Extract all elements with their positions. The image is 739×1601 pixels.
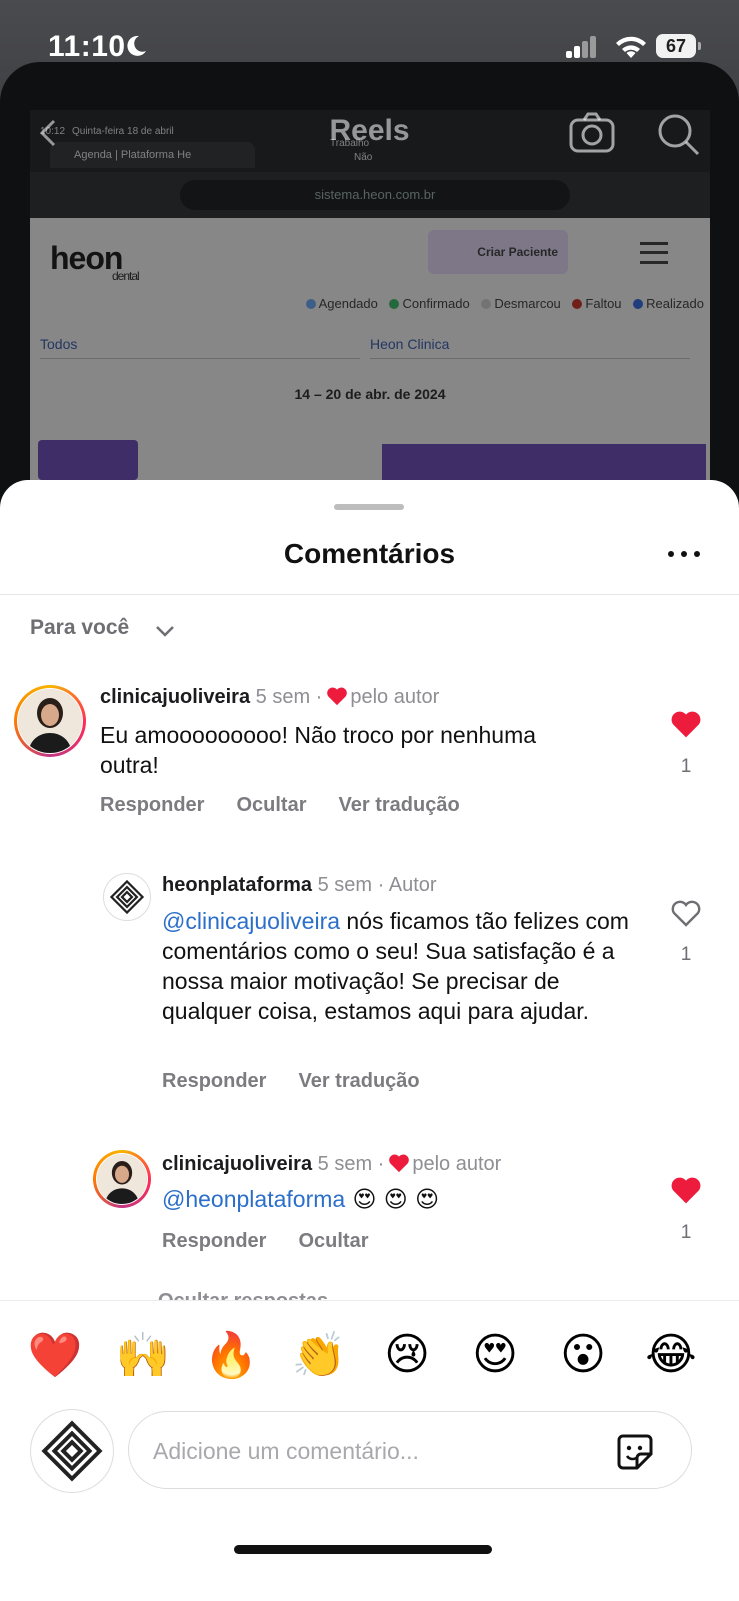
heon-logo-icon xyxy=(41,1420,103,1482)
my-avatar xyxy=(30,1409,114,1493)
comment-username[interactable]: clinicajuoliveira xyxy=(100,686,250,708)
reply-button[interactable]: Responder xyxy=(162,1230,266,1252)
back-arrow-icon[interactable] xyxy=(36,118,60,148)
liked-by-author-label: pelo autor xyxy=(412,1153,502,1175)
liked-by-author-label: pelo autor xyxy=(350,686,440,708)
like-heart-outline-icon[interactable] xyxy=(670,898,702,928)
quick-emoji-button[interactable]: 😂 xyxy=(643,1329,699,1380)
like-heart-filled-icon[interactable] xyxy=(670,709,702,739)
video-dim-overlay xyxy=(30,110,710,520)
comment-time: 5 sem xyxy=(317,874,373,896)
wifi-icon xyxy=(616,36,646,58)
comment-time: 5 sem xyxy=(255,686,311,708)
profile-photo xyxy=(97,1154,147,1204)
drag-handle[interactable] xyxy=(334,504,404,510)
comment-text: @clinicajuoliveira nós ficamos tão feliz… xyxy=(162,906,632,1026)
home-indicator xyxy=(234,1545,492,1554)
comment-input-box[interactable] xyxy=(128,1411,692,1489)
comment-meta: heonplataforma 5 sem · Autor xyxy=(162,874,437,896)
comment-input[interactable] xyxy=(151,1428,595,1474)
translate-button[interactable]: Ver tradução xyxy=(339,794,460,816)
status-time: 11:10 xyxy=(48,30,126,63)
like-count: 1 xyxy=(680,756,692,777)
chevron-down-icon[interactable] xyxy=(154,620,176,642)
mention-link[interactable]: @clinicajuoliveira xyxy=(162,908,340,934)
reply-button[interactable]: Responder xyxy=(100,794,204,816)
avatar[interactable] xyxy=(93,1150,151,1208)
sort-filter-button[interactable]: Para você xyxy=(30,616,129,640)
mention-link[interactable]: @heonplataforma xyxy=(162,1186,345,1212)
comment-actions: Responder Ocultar Ver tradução xyxy=(100,794,492,817)
comment-username[interactable]: clinicajuoliveira xyxy=(162,1153,312,1175)
quick-emoji-button[interactable]: 😮 xyxy=(555,1329,611,1380)
sticker-icon[interactable] xyxy=(613,1430,657,1474)
avatar[interactable] xyxy=(14,685,86,757)
comment-time: 5 sem xyxy=(317,1153,373,1175)
reply-button[interactable]: Responder xyxy=(162,1070,266,1092)
hide-button[interactable]: Ocultar xyxy=(236,794,306,816)
quick-emoji-button[interactable]: 👏 xyxy=(291,1329,347,1381)
reels-title: Reels xyxy=(329,114,410,147)
heon-logo-icon xyxy=(109,879,145,915)
comment-composer-bar: ❤️ 🙌 🔥 👏 😢 😍 😮 😂 xyxy=(0,1300,739,1601)
sheet-title: Comentários xyxy=(283,538,456,569)
like-count: 1 xyxy=(680,944,692,965)
comment-meta: clinicajuoliveira 5 sem · pelo autor xyxy=(100,686,440,708)
quick-emoji-button[interactable]: 🔥 xyxy=(203,1329,259,1381)
profile-photo xyxy=(18,689,82,753)
comment-text: @heonplataforma 😍 😍 😍 xyxy=(162,1184,622,1215)
comment-actions: Responder Ocultar xyxy=(162,1230,401,1253)
quick-emoji-button[interactable]: 🙌 xyxy=(115,1329,171,1381)
header-divider xyxy=(0,594,739,595)
heart-icon xyxy=(389,1154,410,1173)
comment-body: 😍 😍 😍 xyxy=(345,1187,440,1213)
search-icon[interactable] xyxy=(656,112,702,156)
heart-icon xyxy=(327,687,348,706)
cellular-signal-icon xyxy=(566,36,596,58)
comment-actions: Responder Ver tradução xyxy=(162,1070,452,1093)
author-label: Autor xyxy=(388,874,437,896)
quick-emoji-button[interactable]: ❤️ xyxy=(27,1329,83,1381)
comment-meta: clinicajuoliveira 5 sem · pelo autor xyxy=(162,1153,502,1175)
comment-text: Eu amooooooooo! Não troco por nenhuma ou… xyxy=(100,722,537,778)
hide-button[interactable]: Ocultar xyxy=(298,1230,368,1252)
quick-emoji-button[interactable]: 😍 xyxy=(467,1329,523,1380)
avatar[interactable] xyxy=(103,873,151,921)
translate-button[interactable]: Ver tradução xyxy=(298,1070,419,1092)
comment-username[interactable]: heonplataforma xyxy=(162,874,312,896)
like-heart-filled-icon[interactable] xyxy=(670,1175,702,1205)
like-count: 1 xyxy=(680,1222,692,1243)
battery-indicator: 67 xyxy=(656,34,701,58)
quick-emoji-button[interactable]: 😢 xyxy=(379,1329,435,1380)
moon-icon xyxy=(127,35,146,56)
more-options-icon[interactable] xyxy=(668,550,704,560)
camera-icon[interactable] xyxy=(568,112,616,154)
reel-video[interactable]: 10:12 Quinta-feira 18 de abril Agenda | … xyxy=(30,110,710,520)
